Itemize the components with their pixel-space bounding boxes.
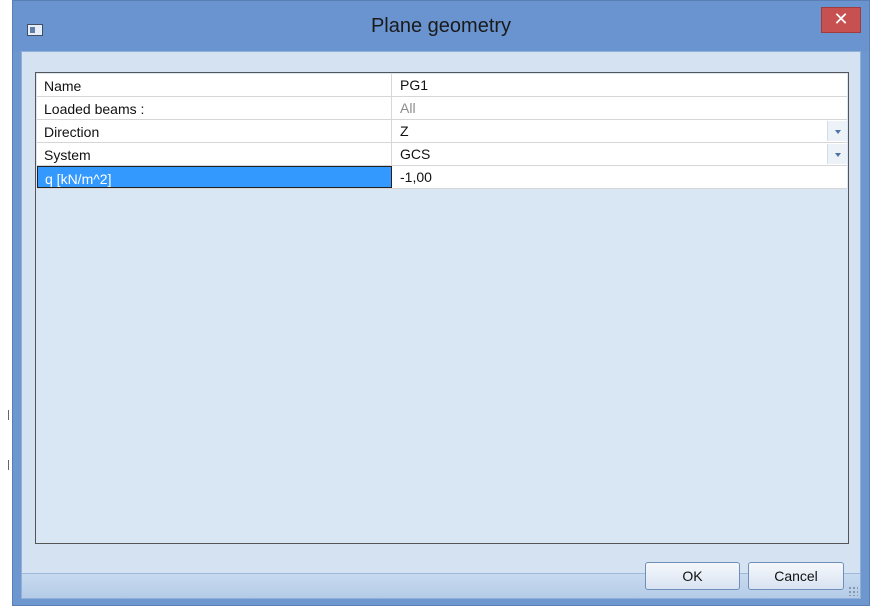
close-icon: ✕ xyxy=(833,9,849,30)
edge-mark xyxy=(8,410,9,420)
property-row-loaded-beams[interactable]: Loaded beams : All xyxy=(37,97,847,120)
chevron-down-icon[interactable] xyxy=(827,121,847,141)
dialog-title: Plane geometry xyxy=(370,15,512,37)
property-label: System xyxy=(37,143,392,165)
title-bar[interactable]: Plane geometry ✕ xyxy=(13,1,869,51)
close-button[interactable]: ✕ xyxy=(821,7,861,33)
property-row-direction[interactable]: Direction Z xyxy=(37,120,847,143)
property-row-name[interactable]: Name PG1 xyxy=(37,74,847,97)
direction-value-text: Z xyxy=(400,123,409,139)
resize-grip-icon[interactable] xyxy=(848,586,858,596)
property-label: Name xyxy=(37,74,392,96)
dialog-body: Name PG1 Loaded beams : All Direction Z … xyxy=(21,51,861,599)
ok-button[interactable]: OK xyxy=(645,562,740,590)
property-value-q[interactable]: -1,00 xyxy=(392,166,847,188)
property-value-loaded-beams: All xyxy=(400,100,416,116)
cancel-button[interactable]: Cancel xyxy=(748,562,844,590)
edge-mark xyxy=(8,460,9,470)
property-value-name[interactable]: PG1 xyxy=(392,74,847,96)
property-label: q [kN/m^2] xyxy=(37,166,392,188)
property-grid: Name PG1 Loaded beams : All Direction Z … xyxy=(35,72,849,544)
chevron-down-icon[interactable] xyxy=(827,144,847,164)
system-value-text: GCS xyxy=(400,146,431,162)
property-row-q[interactable]: q [kN/m^2] -1,00 xyxy=(37,166,847,189)
property-label: Direction xyxy=(37,120,392,142)
dialog-window: Plane geometry ✕ Name PG1 Loaded beams :… xyxy=(12,0,870,606)
property-label: Loaded beams : xyxy=(37,97,392,119)
property-value-direction[interactable]: Z xyxy=(392,120,847,142)
property-row-system[interactable]: System GCS xyxy=(37,143,847,166)
property-value-system[interactable]: GCS xyxy=(392,143,847,165)
